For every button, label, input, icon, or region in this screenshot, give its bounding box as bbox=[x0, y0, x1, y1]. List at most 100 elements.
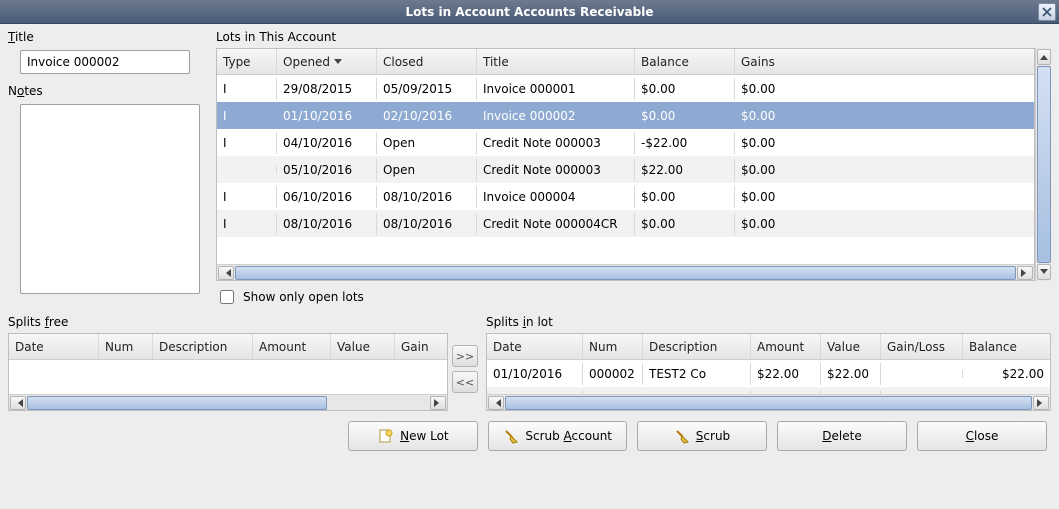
cell: 29/08/2015 bbox=[277, 78, 377, 100]
sort-desc-icon bbox=[334, 59, 342, 68]
sf-col-num[interactable]: Num bbox=[99, 334, 153, 359]
show-open-only-label: Show only open lots bbox=[243, 290, 364, 304]
table-row[interactable]: 05/10/2016OpenCredit Note 000003$22.00$0… bbox=[217, 156, 1034, 183]
col-closed[interactable]: Closed bbox=[377, 49, 477, 74]
splits-lot-table[interactable]: Date Num Description Amount Value Gain/L… bbox=[486, 333, 1051, 411]
lots-hscroll[interactable] bbox=[217, 264, 1034, 280]
cell bbox=[217, 166, 277, 174]
broom-icon bbox=[674, 428, 690, 444]
cell: Credit Note 000003 bbox=[477, 159, 635, 181]
sl-col-value[interactable]: Value bbox=[821, 334, 881, 359]
cell: I bbox=[217, 213, 277, 235]
sf-hscroll-thumb[interactable] bbox=[27, 396, 327, 410]
scroll-left-icon[interactable] bbox=[488, 396, 504, 410]
window-close-button[interactable] bbox=[1038, 3, 1056, 21]
col-gains[interactable]: Gains bbox=[735, 49, 1034, 74]
cell: Credit Note 000003 bbox=[477, 132, 635, 154]
sf-col-desc[interactable]: Description bbox=[153, 334, 253, 359]
sf-col-gain[interactable]: Gain bbox=[395, 334, 447, 359]
cell: Invoice 000004 bbox=[477, 186, 635, 208]
notes-textarea[interactable] bbox=[20, 104, 200, 294]
col-balance[interactable]: Balance bbox=[635, 49, 735, 74]
lots-vscroll[interactable] bbox=[1035, 48, 1051, 281]
table-row[interactable]: 01/10/2016000002TEST2 Co$22.00$22.00$22.… bbox=[487, 360, 1050, 387]
new-lot-button[interactable]: New Lot bbox=[348, 421, 478, 451]
cell: TEST2 Co bbox=[643, 363, 751, 385]
lots-vscroll-thumb[interactable] bbox=[1037, 66, 1051, 263]
cell: $0.00 bbox=[735, 132, 1034, 154]
cell: $0.00 bbox=[735, 213, 1034, 235]
cell: 02/10/2016 bbox=[377, 105, 477, 127]
sf-col-date[interactable]: Date bbox=[9, 334, 99, 359]
delete-button[interactable]: Delete bbox=[777, 421, 907, 451]
cell: Invoice 000002 bbox=[477, 105, 635, 127]
scroll-up-icon[interactable] bbox=[1037, 49, 1051, 65]
move-to-lot-button[interactable]: >> bbox=[452, 345, 478, 367]
notes-label: Notes bbox=[8, 84, 208, 98]
cell: 05/10/2016 bbox=[277, 159, 377, 181]
splits-free-table[interactable]: Date Num Description Amount Value Gain bbox=[8, 333, 448, 411]
cell: 01/10/2016 bbox=[277, 105, 377, 127]
scrub-account-button[interactable]: Scrub Account bbox=[488, 421, 627, 451]
close-icon bbox=[1042, 7, 1052, 17]
sl-col-date[interactable]: Date bbox=[487, 334, 583, 359]
cell: 08/10/2016 bbox=[377, 213, 477, 235]
cell: $0.00 bbox=[635, 78, 735, 100]
title-input[interactable] bbox=[20, 50, 190, 74]
scroll-down-icon[interactable] bbox=[1037, 264, 1051, 280]
window-titlebar: Lots in Account Accounts Receivable bbox=[0, 0, 1059, 24]
sl-col-desc[interactable]: Description bbox=[643, 334, 751, 359]
cell: 08/10/2016 bbox=[377, 186, 477, 208]
table-row[interactable]: I01/10/201602/10/2016Invoice 000002$0.00… bbox=[217, 102, 1034, 129]
sl-col-balance[interactable]: Balance bbox=[963, 334, 1050, 359]
cell: $22.00 bbox=[821, 363, 881, 385]
sl-col-num[interactable]: Num bbox=[583, 334, 643, 359]
table-row[interactable]: 02/10/2016TEST2 Co-$22.00$22.00 bbox=[487, 387, 1050, 394]
sl-hscroll[interactable] bbox=[487, 394, 1050, 410]
cell: 06/10/2016 bbox=[277, 186, 377, 208]
cell: $0.00 bbox=[635, 186, 735, 208]
cell: $0.00 bbox=[635, 213, 735, 235]
cell: $0.00 bbox=[735, 105, 1034, 127]
col-type[interactable]: Type bbox=[217, 49, 277, 74]
table-row[interactable]: I06/10/201608/10/2016Invoice 000004$0.00… bbox=[217, 183, 1034, 210]
lots-hscroll-thumb[interactable] bbox=[235, 266, 1016, 280]
col-opened[interactable]: Opened bbox=[277, 49, 377, 74]
scroll-right-icon[interactable] bbox=[430, 396, 446, 410]
close-button[interactable]: Close bbox=[917, 421, 1047, 451]
sf-col-value[interactable]: Value bbox=[331, 334, 395, 359]
show-open-only[interactable]: Show only open lots bbox=[216, 287, 1051, 307]
move-to-free-button[interactable]: << bbox=[452, 371, 478, 393]
sl-col-amount[interactable]: Amount bbox=[751, 334, 821, 359]
cell: I bbox=[217, 132, 277, 154]
lots-section-label: Lots in This Account bbox=[216, 30, 1051, 44]
table-row[interactable]: I04/10/2016OpenCredit Note 000003-$22.00… bbox=[217, 129, 1034, 156]
new-lot-icon bbox=[378, 428, 394, 444]
scroll-right-icon[interactable] bbox=[1033, 396, 1049, 410]
cell: $22.00 bbox=[635, 159, 735, 181]
cell: $0.00 bbox=[635, 105, 735, 127]
cell: $0.00 bbox=[735, 78, 1034, 100]
scrub-button[interactable]: Scrub bbox=[637, 421, 767, 451]
lots-table-header: Type Opened Closed Title Balance Gains bbox=[217, 49, 1034, 75]
cell: Open bbox=[377, 132, 477, 154]
scroll-left-icon[interactable] bbox=[218, 266, 234, 280]
cell: $0.00 bbox=[735, 186, 1034, 208]
cell: $22.00 bbox=[963, 363, 1050, 385]
cell: I bbox=[217, 78, 277, 100]
cell: Invoice 000001 bbox=[477, 78, 635, 100]
table-row[interactable]: I08/10/201608/10/2016Credit Note 000004C… bbox=[217, 210, 1034, 237]
col-title[interactable]: Title bbox=[477, 49, 635, 74]
sl-hscroll-thumb[interactable] bbox=[505, 396, 1032, 410]
scroll-right-icon[interactable] bbox=[1017, 266, 1033, 280]
sl-col-gain[interactable]: Gain/Loss bbox=[881, 334, 963, 359]
lots-table[interactable]: Type Opened Closed Title Balance Gains I… bbox=[216, 48, 1035, 281]
cell: $22.00 bbox=[751, 363, 821, 385]
sf-col-amount[interactable]: Amount bbox=[253, 334, 331, 359]
table-row[interactable]: I29/08/201505/09/2015Invoice 000001$0.00… bbox=[217, 75, 1034, 102]
scroll-left-icon[interactable] bbox=[10, 396, 26, 410]
cell: -$22.00 bbox=[635, 132, 735, 154]
show-open-only-checkbox[interactable] bbox=[220, 290, 234, 304]
cell: Credit Note 000004CR bbox=[477, 213, 635, 235]
sf-hscroll[interactable] bbox=[9, 394, 447, 410]
